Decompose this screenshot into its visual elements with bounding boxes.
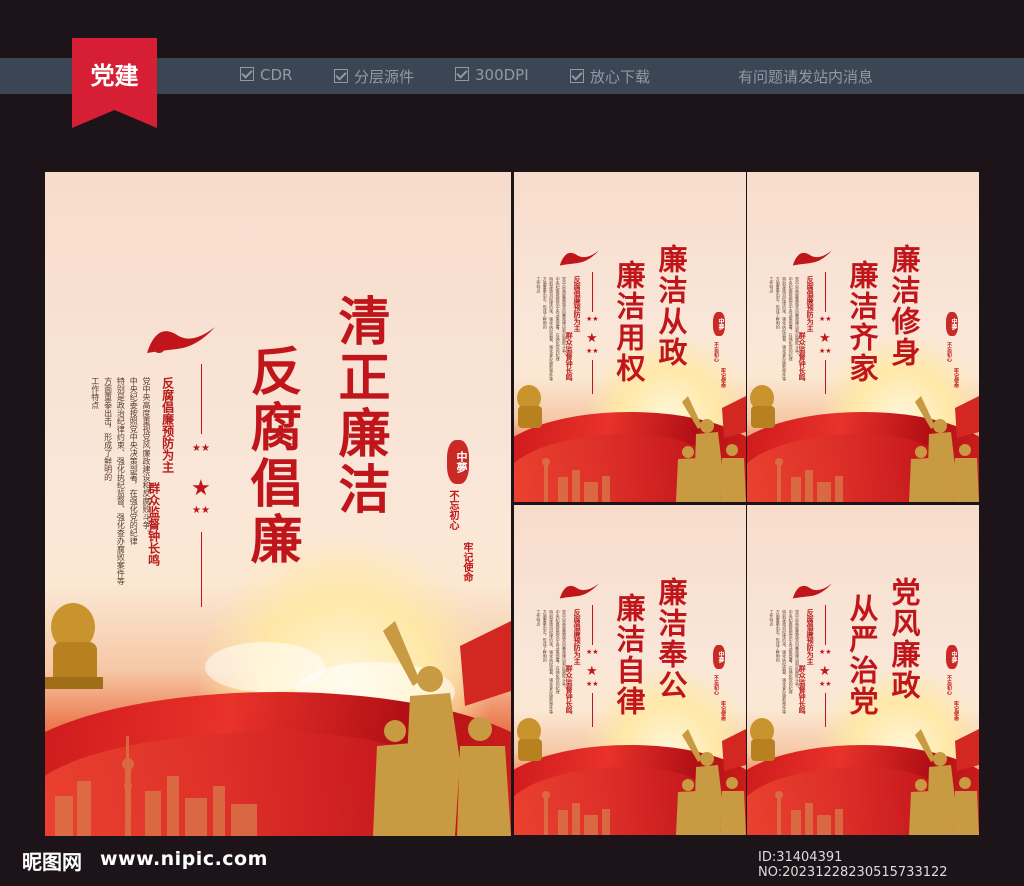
star-icon: ★ [819, 331, 831, 346]
site-brand: 昵图网 [22, 850, 82, 874]
divider-line [825, 605, 826, 645]
check-icon [240, 67, 254, 81]
star-icon: ★★ [819, 347, 832, 355]
party-emblem-icon [147, 327, 215, 353]
small-poster[interactable]: 廉洁从政 廉洁用权 ★★ ★ ★★ 反腐倡廉预防为主 群众监督钟长鸣 党中央高度… [514, 172, 746, 502]
small-title-1: 党风廉政 [887, 577, 921, 701]
small-slogan-1: 反腐倡廉预防为主 [806, 276, 815, 332]
motto-1: 不忘初心 [713, 342, 719, 362]
check-icon [570, 69, 584, 83]
motto-2: 牢记使命 [953, 701, 959, 721]
star-icon: ★★ [819, 680, 832, 688]
main-slogan-1: 反腐倡廉预防为主 [160, 377, 175, 473]
feature-download: 放心下载 [570, 66, 650, 87]
small-slogan-1: 反腐倡廉预防为主 [573, 276, 582, 332]
star-icon: ★★ [586, 680, 599, 688]
china-dream-seal: 中夢 [447, 440, 469, 484]
star-icon: ★ [191, 476, 211, 501]
star-icon: ★★ [192, 505, 210, 516]
motto-1: 不忘初心 [713, 675, 719, 695]
small-poster[interactable]: 廉洁修身 廉洁齐家 ★★ ★ ★★ 反腐倡廉预防为主 群众监督钟长鸣 党中央高度… [747, 172, 979, 502]
party-emblem-icon [792, 250, 832, 266]
main-title-right: 清正廉洁 [329, 294, 389, 518]
help-message: 有问题请发站内消息 [738, 68, 874, 86]
divider-line [201, 532, 202, 607]
divider-line [592, 605, 593, 645]
small-slogan-1: 反腐倡廉预防为主 [806, 609, 815, 665]
china-dream-seal: 中夢 [946, 645, 958, 669]
star-icon: ★★ [819, 648, 832, 656]
motto-2: 牢记使命 [461, 542, 472, 582]
star-icon: ★★ [586, 347, 599, 355]
divider-line [825, 272, 826, 312]
divider-line [825, 693, 826, 727]
small-body-text: 党中央高度重视党风廉政建设和反腐败斗争。 中央纪委按照党中央决策部署，在强化党的… [769, 277, 800, 381]
star-icon: ★★ [586, 648, 599, 656]
small-body-text: 党中央高度重视党风廉政建设和反腐败斗争。 中央纪委按照党中央决策部署，在强化党的… [536, 277, 567, 381]
category-ribbon: 党建 [72, 38, 157, 128]
lion-statue [517, 718, 542, 761]
soldier-statue [909, 396, 979, 502]
lion-statue [45, 603, 103, 689]
small-body-text: 党中央高度重视党风廉政建设和反腐败斗争。 中央纪委按照党中央决策部署，在强化党的… [536, 610, 567, 714]
china-dream-seal: 中夢 [713, 312, 725, 336]
motto-2: 牢记使命 [720, 368, 726, 388]
star-icon: ★ [819, 664, 831, 679]
main-poster[interactable]: 清正廉洁 反腐倡廉 ★★ ★ ★★ 反腐倡廉预防为主 群众监督钟长鸣 党中央高度… [45, 172, 511, 836]
feature-cdr: CDR [240, 66, 292, 84]
small-title-2: 从严治党 [845, 593, 879, 717]
ribbon-label: 党建 [90, 62, 139, 90]
party-emblem-icon [559, 583, 599, 599]
small-poster[interactable]: 党风廉政 从严治党 ★★ ★ ★★ 反腐倡廉预防为主 群众监督钟长鸣 党中央高度… [747, 505, 979, 835]
small-poster[interactable]: 廉洁奉公 廉洁自律 ★★ ★ ★★ 反腐倡廉预防为主 群众监督钟长鸣 党中央高度… [514, 505, 746, 835]
party-emblem-icon [792, 583, 832, 599]
divider-line [201, 364, 202, 434]
site-url[interactable]: www.nipic.com [100, 848, 268, 870]
lion-statue [517, 385, 542, 428]
check-icon [334, 69, 348, 83]
soldier-statue [373, 621, 511, 836]
star-icon: ★ [586, 331, 598, 346]
star-icon: ★★ [192, 443, 210, 454]
soldier-statue [676, 396, 746, 502]
main-body-text: 党中央高度重视党风廉政建设和反腐败斗争。 中央纪委按照党中央决策部署，在强化党的… [90, 377, 151, 585]
soldier-statue [909, 729, 979, 835]
feature-dpi: 300DPI [455, 66, 529, 84]
lion-statue [750, 718, 775, 761]
main-title-left: 反腐倡廉 [241, 344, 301, 568]
divider-line [592, 360, 593, 394]
motto-1: 不忘初心 [946, 342, 952, 362]
divider-line [825, 360, 826, 394]
party-emblem-icon [559, 250, 599, 266]
small-title-2: 廉洁齐家 [845, 260, 879, 384]
star-icon: ★ [586, 664, 598, 679]
motto-1: 不忘初心 [447, 490, 458, 530]
small-title-2: 廉洁自律 [612, 593, 646, 717]
divider-line [592, 693, 593, 727]
feature-layers: 分层源件 [334, 66, 414, 87]
small-title-2: 廉洁用权 [612, 260, 646, 384]
star-icon: ★★ [586, 315, 599, 323]
image-id: ID:31404391 NO:20231228230515733122 [758, 850, 948, 880]
motto-1: 不忘初心 [946, 675, 952, 695]
star-icon: ★★ [819, 315, 832, 323]
soldier-statue [676, 729, 746, 835]
lion-statue [750, 385, 775, 428]
small-title-1: 廉洁奉公 [654, 577, 688, 701]
divider-line [592, 272, 593, 312]
china-dream-seal: 中夢 [713, 645, 725, 669]
motto-2: 牢记使命 [953, 368, 959, 388]
small-title-1: 廉洁从政 [654, 244, 688, 368]
china-dream-seal: 中夢 [946, 312, 958, 336]
small-body-text: 党中央高度重视党风廉政建设和反腐败斗争。 中央纪委按照党中央决策部署，在强化党的… [769, 610, 800, 714]
small-slogan-1: 反腐倡廉预防为主 [573, 609, 582, 665]
check-icon [455, 67, 469, 81]
motto-2: 牢记使命 [720, 701, 726, 721]
small-title-1: 廉洁修身 [887, 244, 921, 368]
